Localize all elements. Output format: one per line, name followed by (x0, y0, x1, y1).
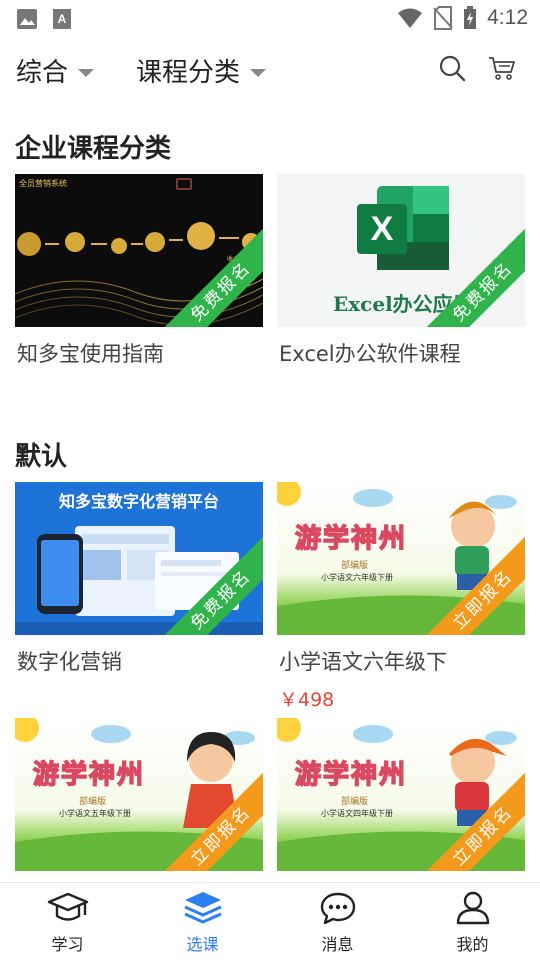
course-card[interactable]: 知多宝数字化营销平台 免费报名 数字化营销 (15, 482, 263, 674)
course-card[interactable]: 游学神州 部编版 小学语文四年级下册 立即报名 (277, 718, 525, 871)
course-card[interactable]: 游学神州 部编版 小学语文五年级下册 立即报名 (15, 718, 263, 871)
course-title: 知多宝使用指南 (17, 342, 164, 366)
section-title-enterprise: 企业课程分类 (15, 134, 172, 164)
thumbnail-edition: 部编版 (341, 797, 369, 807)
chat-bubble-icon (320, 892, 355, 925)
thumbnail-subtitle: 小学语文四年级下册 (321, 809, 393, 818)
course-card[interactable]: 游学神州 部编版 小学语文六年级下册 立即报名 小学语文六年级下 ￥498 (277, 482, 525, 711)
course-card[interactable]: 全员营销系统 收入全景 免费报名 知多宝使用指南 (15, 174, 263, 366)
bottom-nav: 学习 选课 消息 我的 (0, 882, 540, 960)
course-thumbnail: 游学神州 部编版 小学语文四年级下册 立即报名 (277, 718, 525, 871)
thumbnail-heading: 游学神州 (294, 523, 408, 555)
tab-select-course[interactable]: 选课 (135, 883, 270, 960)
cart-icon[interactable] (488, 55, 516, 81)
course-price: ￥498 (279, 689, 335, 711)
course-thumbnail: 游学神州 部编版 小学语文六年级下册 立即报名 (277, 482, 525, 635)
course-thumbnail: X Excel办公应用 免费报名 (277, 174, 525, 327)
thumbnail-subtitle: 小学语文六年级下册 (321, 573, 393, 582)
chevron-down-icon (250, 68, 267, 77)
course-title: Excel办公软件课程 (279, 342, 461, 366)
course-thumbnail: 游学神州 部编版 小学语文五年级下册 立即报名 (15, 718, 263, 871)
sort-label: 综合 (16, 58, 69, 88)
category-dropdown[interactable]: 课程分类 (136, 52, 267, 89)
course-thumbnail: 全员营销系统 收入全景 免费报名 (15, 174, 263, 327)
thumbnail-edition: 部编版 (79, 797, 107, 807)
search-icon[interactable] (438, 54, 466, 82)
filter-bar: 综合 课程分类 (0, 46, 540, 94)
course-card[interactable]: X Excel办公应用 免费报名 Excel办公软件课程 (277, 174, 525, 366)
thumbnail-edition: 部编版 (341, 561, 369, 571)
svg-text:X: X (371, 210, 394, 248)
tab-profile-label: 我的 (456, 935, 489, 954)
tab-study-label: 学习 (51, 935, 84, 954)
image-notification-icon (17, 9, 37, 29)
chevron-down-icon (78, 68, 95, 77)
section-title-default: 默认 (15, 442, 68, 472)
battery-charging-icon (464, 6, 477, 29)
wifi-icon (398, 8, 423, 28)
course-title: 小学语文六年级下 (279, 650, 447, 674)
no-sim-icon (433, 6, 453, 30)
tab-study[interactable]: 学习 (0, 883, 135, 960)
tab-messages-label: 消息 (321, 935, 354, 954)
thumbnail-subtitle: 小学语文五年级下册 (59, 809, 131, 818)
thumbnail-heading: 游学神州 (32, 759, 146, 791)
status-bar: A 4:12 (0, 0, 540, 38)
thumbnail-heading: 全员营销系统 (19, 179, 67, 188)
tab-select-course-label: 选课 (186, 935, 219, 954)
clock: 4:12 (487, 6, 528, 29)
course-title: 数字化营销 (17, 650, 122, 674)
layers-icon (183, 892, 222, 924)
tab-profile[interactable]: 我的 (405, 883, 540, 960)
sort-dropdown[interactable]: 综合 (16, 52, 95, 89)
category-label: 课程分类 (136, 58, 241, 88)
graduation-cap-icon (47, 892, 88, 921)
svg-text:A: A (58, 12, 67, 26)
person-icon (456, 891, 489, 925)
font-notification-icon: A (53, 9, 71, 29)
thumbnail-heading: 游学神州 (294, 759, 408, 791)
course-thumbnail: 知多宝数字化营销平台 免费报名 (15, 482, 263, 635)
tab-messages[interactable]: 消息 (270, 883, 405, 960)
